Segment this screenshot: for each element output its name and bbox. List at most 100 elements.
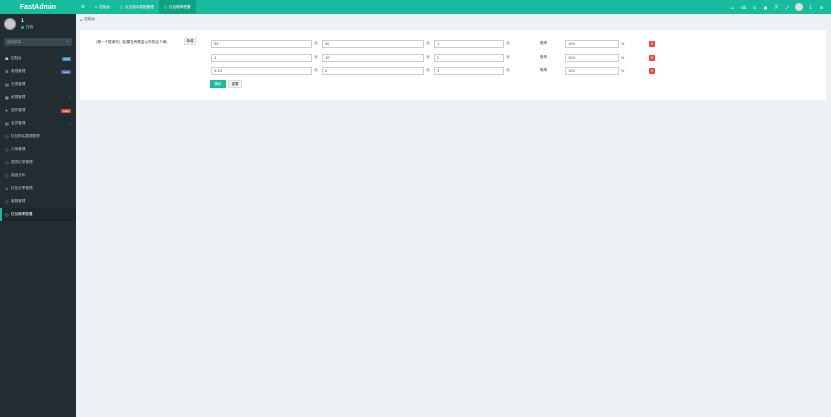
home-icon[interactable]: ⌂ bbox=[727, 5, 738, 10]
unit-label: 元 bbox=[314, 41, 318, 45]
sidebar-item-withdrawals[interactable]: ○ 提现记录管理 bbox=[0, 156, 76, 169]
amount-min-input[interactable]: 30 bbox=[211, 39, 312, 48]
sidebar-item-label: 插件管理 bbox=[11, 108, 26, 112]
chevron-left-icon: ‹ bbox=[69, 95, 71, 100]
close-icon: × bbox=[650, 68, 654, 73]
sidebar-item-label: 分类管理 bbox=[11, 82, 26, 86]
circle-icon: ○ bbox=[163, 5, 168, 9]
percent-label: % bbox=[621, 68, 625, 73]
unit-label: 元 bbox=[506, 41, 510, 45]
tab-probability[interactable]: ○ 红包概率配置 bbox=[158, 0, 196, 14]
sidebar-item-label: 订单管理 bbox=[11, 147, 26, 151]
translate-icon[interactable]: 文 bbox=[771, 4, 782, 10]
search-placeholder: 搜索菜单 bbox=[7, 39, 21, 44]
trash-icon[interactable]: ⌫ bbox=[738, 5, 749, 10]
sidebar-item-label: 常规管理 bbox=[11, 69, 26, 73]
sidebar-item-service[interactable]: ○ 客服管理 bbox=[0, 195, 76, 208]
form-label: (第一个框填写) (如果没有是金以外的这个单) bbox=[96, 40, 168, 44]
tab-label: 控制台 bbox=[99, 4, 111, 9]
user-info: 1 在线 bbox=[21, 18, 33, 30]
breadcrumb: ⌂ 控制台 bbox=[80, 17, 95, 22]
avatar[interactable] bbox=[4, 18, 16, 30]
user-label[interactable]: 1 bbox=[805, 5, 816, 10]
close-icon: × bbox=[650, 55, 654, 60]
sidebar-item-label: 红包概率配置 bbox=[11, 212, 33, 216]
unit-label: 元 bbox=[426, 41, 430, 45]
sidebar-item-share[interactable]: ↳ 红包分享管理 bbox=[0, 182, 76, 195]
percent-label: % bbox=[621, 41, 625, 46]
sidebar-item-label: 红包购买数据管理 bbox=[11, 134, 40, 138]
sidebar-item-plugin[interactable]: ✈ 插件管理 new bbox=[0, 104, 76, 117]
circle-icon: ○ bbox=[120, 5, 124, 9]
sidebar-item-permission[interactable]: ▦ 权限管理 ‹ bbox=[0, 91, 76, 104]
search-icon[interactable]: ⚲ bbox=[66, 40, 69, 44]
tab-label: 红包购买数据管理 bbox=[125, 4, 154, 9]
new-badge: new bbox=[60, 69, 71, 74]
sidebar-item-label: 提现记录管理 bbox=[11, 160, 33, 164]
prize-row: 0.25 元 0 元 3 元 概率 100 % × bbox=[211, 66, 655, 75]
percent-label: % bbox=[621, 55, 625, 60]
submit-button[interactable]: 确定 bbox=[210, 80, 226, 88]
sidebar-search-input[interactable]: 搜索菜单 ⚲ bbox=[4, 38, 72, 46]
tab-label: 红包概率配置 bbox=[169, 4, 191, 9]
prize-row: 1 元 10 元 2 元 概率 100 % × bbox=[211, 53, 655, 62]
sidebar-item-member[interactable]: ▤ 会员管理 ‹ bbox=[0, 117, 76, 130]
amount-max-input[interactable]: 10 bbox=[322, 53, 424, 62]
amount-min-input[interactable]: 0.25 bbox=[211, 66, 312, 75]
amount-max-input[interactable]: 50 bbox=[322, 39, 424, 48]
probability-label: 概率 bbox=[540, 68, 548, 72]
sidebar-item-orders[interactable]: ○ 订单管理 bbox=[0, 143, 76, 156]
probability-input[interactable]: 100 bbox=[565, 53, 619, 62]
new-badge: new bbox=[60, 108, 71, 113]
reset-button[interactable]: 重置 bbox=[228, 80, 242, 88]
sidebar-item-label: 佣金分析 bbox=[11, 173, 26, 177]
sidebar-item-commission[interactable]: ○ 佣金分析 bbox=[0, 169, 76, 182]
unit-label: 元 bbox=[314, 55, 318, 59]
hot-badge: hot bbox=[62, 56, 71, 61]
bell-icon[interactable]: ● bbox=[760, 5, 771, 10]
sidebar: FastAdmin 1 在线 搜索菜单 ⚲ ☗ 控制台 hot ⚙ 常规管理 n… bbox=[0, 0, 76, 417]
amount-max-input[interactable]: 0 bbox=[322, 66, 424, 75]
amount-third-input[interactable]: 3 bbox=[434, 66, 504, 75]
user-panel: 1 在线 bbox=[0, 14, 76, 34]
refresh-icon[interactable]: ↻ bbox=[749, 5, 760, 10]
online-dot-icon bbox=[21, 25, 24, 29]
sidebar-item-label: 控制台 bbox=[11, 56, 22, 60]
unit-label: 元 bbox=[506, 68, 510, 72]
menu-toggle-icon[interactable]: ≡ bbox=[76, 4, 90, 10]
sidebar-item-label: 会员管理 bbox=[11, 121, 26, 125]
probability-label: 概率 bbox=[540, 55, 548, 59]
sidebar-item-label: 权限管理 bbox=[11, 95, 26, 99]
amount-third-input[interactable]: 2 bbox=[434, 53, 504, 62]
tab-redpacket-data[interactable]: ○ 红包购买数据管理 bbox=[115, 0, 159, 14]
amount-min-input[interactable]: 1 bbox=[211, 53, 312, 62]
probability-label: 概率 bbox=[540, 41, 548, 45]
unit-label: 元 bbox=[506, 55, 510, 59]
user-status-label: 在线 bbox=[26, 25, 34, 29]
delete-row-button[interactable]: × bbox=[649, 54, 655, 61]
probability-input[interactable]: 100 bbox=[565, 66, 619, 75]
sidebar-item-dashboard[interactable]: ☗ 控制台 hot bbox=[0, 52, 76, 65]
avatar[interactable] bbox=[795, 3, 803, 11]
form-panel: (第一个框填写) (如果没有是金以外的这个单) 新增 30 元 50 元 1 元… bbox=[80, 30, 826, 100]
home-icon: ⌂ bbox=[80, 17, 83, 22]
probability-input[interactable]: 100 bbox=[565, 39, 619, 48]
sidebar-item-probability[interactable]: ○ 红包概率配置 bbox=[0, 208, 76, 221]
amount-third-input[interactable]: 1 bbox=[434, 39, 504, 48]
sidebar-item-category[interactable]: ▤ 分类管理 bbox=[0, 78, 76, 91]
expand-icon[interactable]: ⤢ bbox=[782, 5, 793, 10]
user-status: 在线 bbox=[21, 24, 33, 30]
unit-label: 元 bbox=[426, 68, 430, 72]
sidebar-item-redpacket-data[interactable]: ○ 红包购买数据管理 bbox=[0, 130, 76, 143]
topbar: ≡ ⌂ 控制台 ○ 红包购买数据管理 ○ 红包概率配置 ⌂ ⌫ ↻ ● 文 ⤢ … bbox=[76, 0, 831, 14]
delete-row-button[interactable]: × bbox=[649, 67, 655, 74]
sidebar-item-general[interactable]: ⚙ 常规管理 new bbox=[0, 65, 76, 78]
tab-dashboard[interactable]: ⌂ 控制台 bbox=[90, 0, 115, 14]
breadcrumb-label[interactable]: 控制台 bbox=[84, 17, 95, 22]
add-button[interactable]: 新增 bbox=[184, 38, 196, 45]
delete-row-button[interactable]: × bbox=[649, 40, 655, 47]
prize-row: 30 元 50 元 1 元 概率 100 % × bbox=[211, 39, 655, 48]
sidebar-item-label: 红包分享管理 bbox=[11, 186, 33, 190]
app-logo[interactable]: FastAdmin bbox=[0, 0, 76, 14]
gear-icon[interactable]: ⚙ bbox=[816, 5, 827, 10]
